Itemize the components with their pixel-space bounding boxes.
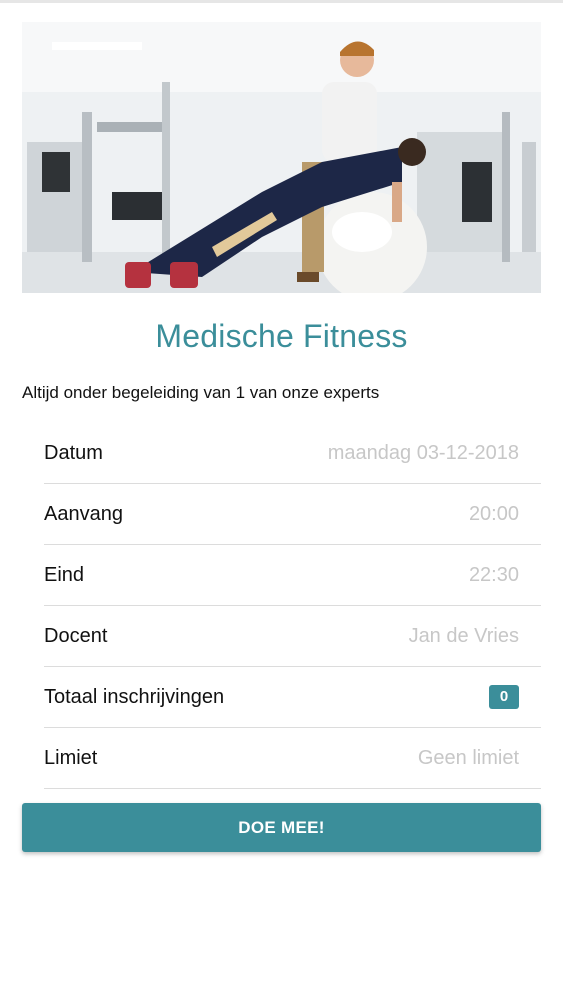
end-value: 22:30: [468, 563, 519, 586]
detail-row-end: Eind 22:30: [44, 545, 541, 606]
start-value: 20:00: [468, 502, 519, 525]
medical-fitness-photo: [22, 22, 541, 293]
end-label: Eind: [44, 563, 85, 586]
start-label: Aanvang: [44, 502, 123, 525]
status-bar-edge: [0, 0, 563, 3]
date-value: maandag 03-12-2018: [327, 441, 519, 464]
limit-label: Limiet: [44, 746, 98, 769]
date-label: Datum: [44, 441, 103, 464]
detail-row-start: Aanvang 20:00: [44, 484, 541, 545]
detail-row-limit: Limiet Geen limiet: [44, 728, 541, 789]
instructor-label: Docent: [44, 624, 108, 647]
class-subtitle: Altijd onder begeleiding van 1 van onze …: [22, 383, 380, 402]
class-details-list: Datum maandag 03-12-2018 Aanvang 20:00 E…: [44, 423, 541, 789]
registrations-label: Totaal inschrijvingen: [44, 685, 225, 708]
registrations-count-badge: 0: [489, 685, 519, 709]
hero-image: [22, 22, 541, 293]
join-button[interactable]: DOE MEE!: [22, 803, 541, 852]
instructor-value: Jan de Vries: [408, 624, 519, 647]
detail-row-registrations: Totaal inschrijvingen 0: [44, 667, 541, 728]
detail-row-instructor: Docent Jan de Vries: [44, 606, 541, 667]
limit-value: Geen limiet: [417, 746, 519, 769]
class-title: Medische Fitness: [155, 318, 408, 354]
detail-row-date: Datum maandag 03-12-2018: [44, 423, 541, 484]
